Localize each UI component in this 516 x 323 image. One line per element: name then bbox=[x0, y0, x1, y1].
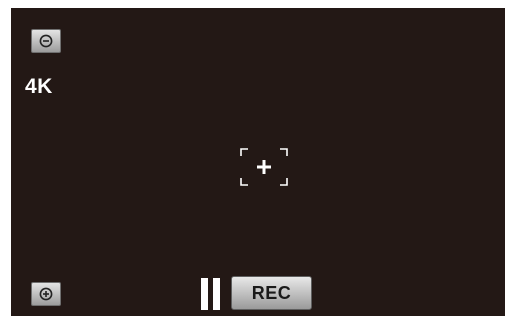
zoom-out-button[interactable] bbox=[31, 29, 61, 53]
resolution-indicator: 4K bbox=[25, 75, 53, 98]
pause-icon bbox=[201, 278, 223, 310]
pause-bar-left bbox=[201, 278, 208, 310]
rec-button-label: REC bbox=[251, 282, 292, 303]
zoom-out-icon bbox=[39, 34, 53, 48]
focus-frame-icon bbox=[240, 148, 288, 186]
rec-button[interactable]: REC bbox=[231, 276, 312, 310]
pause-bar-right bbox=[213, 278, 220, 310]
zoom-in-icon bbox=[39, 287, 53, 301]
zoom-in-button[interactable] bbox=[31, 282, 61, 306]
camera-viewfinder: 4K REC bbox=[11, 8, 505, 316]
